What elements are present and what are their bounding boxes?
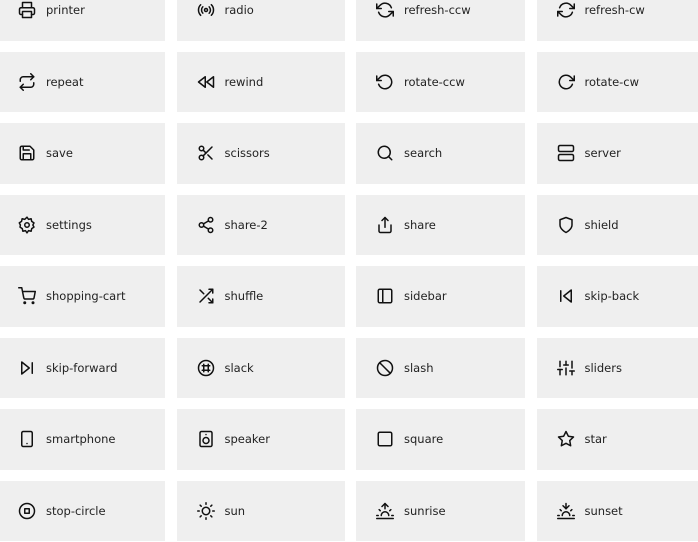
icon-label: stop-circle xyxy=(46,503,106,518)
icon-label: skip-forward xyxy=(46,360,118,375)
search-icon xyxy=(376,144,394,162)
icon-tile-share-2[interactable]: share-2 xyxy=(176,194,345,255)
rotate-cw-icon xyxy=(557,73,575,91)
sunset-icon xyxy=(556,502,575,520)
skip-forward-icon xyxy=(18,359,36,377)
icon-label: speaker xyxy=(224,432,270,447)
icon-label: shuffle xyxy=(224,289,264,304)
icon-label: refresh-cw xyxy=(584,3,645,18)
server-icon xyxy=(557,144,575,162)
icon-tile-skip-forward[interactable]: skip-forward xyxy=(0,337,165,398)
rewind-icon xyxy=(197,73,215,91)
icon-tile-repeat[interactable]: repeat xyxy=(0,51,165,112)
icon-label: square xyxy=(404,432,444,447)
icon-tile-shopping-cart[interactable]: shopping-cart xyxy=(0,266,165,327)
icon-tile-star[interactable]: star xyxy=(536,409,698,470)
slack-icon xyxy=(197,359,215,377)
icon-tile-printer[interactable]: printer xyxy=(0,0,165,41)
icon-label: rotate-cw xyxy=(584,74,640,89)
icon-tile-sunrise[interactable]: sunrise xyxy=(356,480,525,541)
shield-icon xyxy=(557,216,575,234)
sidebar-icon xyxy=(376,287,394,305)
square-icon xyxy=(376,430,394,448)
icon-tile-shield[interactable]: shield xyxy=(536,194,698,255)
skip-back-icon xyxy=(557,287,575,305)
icon-tile-rewind[interactable]: rewind xyxy=(176,51,345,112)
rotate-ccw-icon xyxy=(376,73,394,91)
icon-tile-slash[interactable]: slash xyxy=(356,337,525,398)
icon-tile-rotate-cw[interactable]: rotate-cw xyxy=(536,51,698,112)
icon-label: sunset xyxy=(584,503,623,518)
sunrise-icon xyxy=(376,502,394,520)
icon-tile-slack[interactable]: slack xyxy=(176,337,345,398)
icon-label: server xyxy=(584,146,621,161)
icon-grid: printer radio refresh-ccw refresh-cw repeat r… xyxy=(0,0,698,541)
icon-label: slash xyxy=(404,360,434,375)
icon-tile-skip-back[interactable]: skip-back xyxy=(536,266,698,327)
share-2-icon xyxy=(197,216,215,234)
icon-label: save xyxy=(46,146,73,161)
icon-label: refresh-ccw xyxy=(404,3,471,18)
smartphone-icon xyxy=(18,430,36,448)
share-icon xyxy=(376,216,394,234)
icon-label: star xyxy=(584,432,607,447)
icon-tile-sliders[interactable]: sliders xyxy=(536,337,698,398)
icon-tile-speaker[interactable]: speaker xyxy=(176,409,345,470)
icon-tile-smartphone[interactable]: smartphone xyxy=(0,409,165,470)
icon-label: printer xyxy=(46,3,85,18)
icon-tile-square[interactable]: square xyxy=(356,409,525,470)
icon-label: sun xyxy=(224,503,246,518)
icon-tile-radio[interactable]: radio xyxy=(176,0,345,41)
speaker-icon xyxy=(197,430,215,448)
icon-tile-shuffle[interactable]: shuffle xyxy=(176,266,345,327)
icon-label: scissors xyxy=(224,146,270,161)
icon-label: sliders xyxy=(584,360,622,375)
icon-label: search xyxy=(404,146,443,161)
icon-tile-save[interactable]: save xyxy=(0,123,165,184)
icon-label: skip-back xyxy=(584,289,640,304)
icon-tile-scissors[interactable]: scissors xyxy=(176,123,345,184)
scissors-icon xyxy=(197,144,215,162)
shuffle-icon xyxy=(197,287,215,305)
shopping-cart-icon xyxy=(18,287,36,305)
icon-tile-stop-circle[interactable]: stop-circle xyxy=(0,480,165,541)
star-icon xyxy=(557,430,575,448)
icon-label: radio xyxy=(224,3,254,18)
slash-icon xyxy=(376,359,394,377)
icon-tile-sunset[interactable]: sunset xyxy=(536,480,698,541)
icon-label: shield xyxy=(584,217,619,232)
icon-tile-sidebar[interactable]: sidebar xyxy=(356,266,525,327)
refresh-ccw-icon xyxy=(376,1,394,19)
repeat-icon xyxy=(18,72,36,91)
save-icon xyxy=(18,144,36,162)
icon-label: share xyxy=(404,217,436,232)
icon-tile-share[interactable]: share xyxy=(356,194,525,255)
icon-label: rewind xyxy=(224,74,264,89)
icon-tile-rotate-ccw[interactable]: rotate-ccw xyxy=(356,51,525,112)
sun-icon xyxy=(196,501,215,520)
icon-label: sunrise xyxy=(404,503,446,518)
icon-label: rotate-ccw xyxy=(404,74,465,89)
icon-label: shopping-cart xyxy=(46,289,126,304)
icon-label: share-2 xyxy=(224,217,268,232)
icon-tile-server[interactable]: server xyxy=(536,123,698,184)
icon-label: repeat xyxy=(46,74,84,89)
icon-label: sidebar xyxy=(404,289,447,304)
icon-tile-sun[interactable]: sun xyxy=(176,480,345,541)
printer-icon xyxy=(18,1,36,19)
icon-tile-search[interactable]: search xyxy=(356,123,525,184)
radio-icon xyxy=(197,1,215,19)
stop-circle-icon xyxy=(18,502,36,520)
icon-tile-settings[interactable]: settings xyxy=(0,194,165,255)
refresh-cw-icon xyxy=(556,1,575,19)
icon-label: settings xyxy=(46,217,92,232)
icon-label: slack xyxy=(224,360,254,375)
icon-label: smartphone xyxy=(46,432,116,447)
sliders-icon xyxy=(556,359,575,377)
settings-icon xyxy=(18,216,36,234)
icon-tile-refresh-cw[interactable]: refresh-cw xyxy=(536,0,698,41)
icon-tile-refresh-ccw[interactable]: refresh-ccw xyxy=(356,0,525,41)
